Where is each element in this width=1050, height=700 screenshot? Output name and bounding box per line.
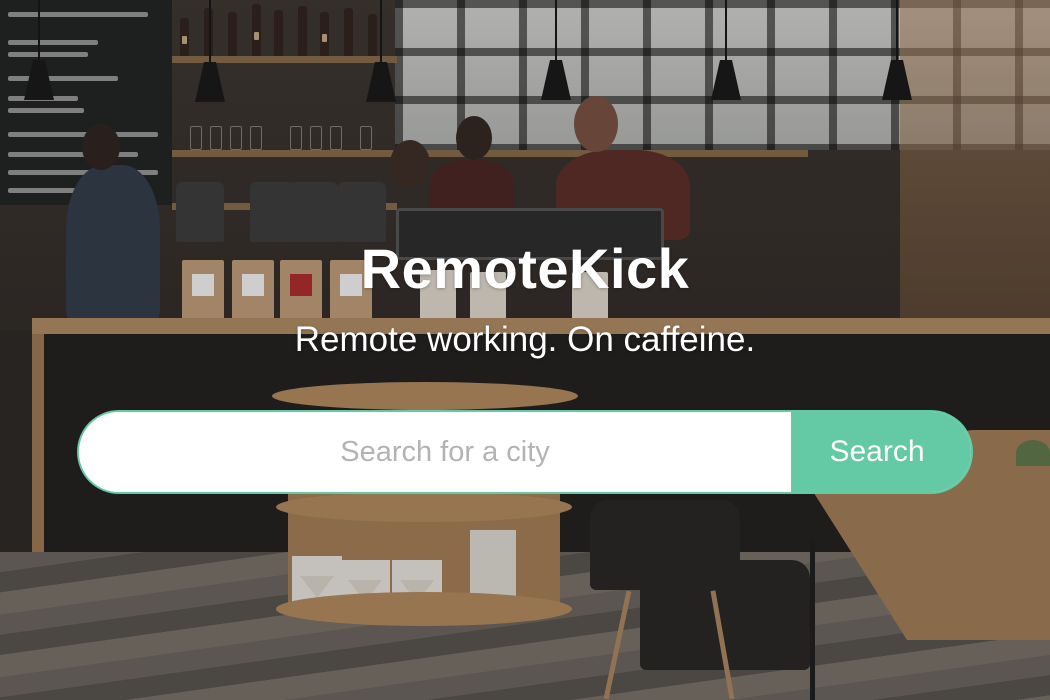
city-search-form: Search: [79, 412, 971, 492]
city-search-input[interactable]: [79, 412, 791, 492]
search-button[interactable]: Search: [791, 412, 971, 492]
site-title: RemoteKick: [360, 237, 690, 300]
site-tagline: Remote working. On caffeine.: [294, 320, 756, 359]
